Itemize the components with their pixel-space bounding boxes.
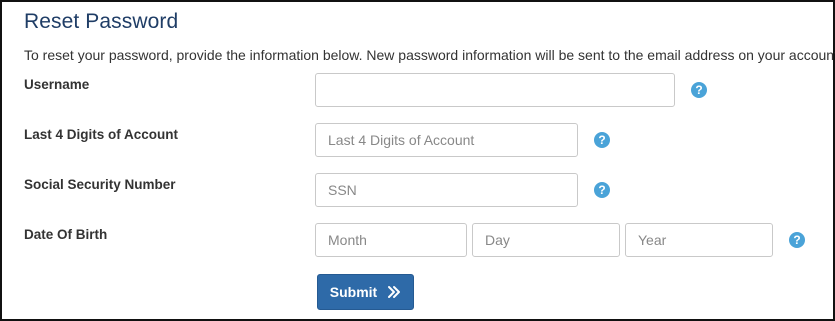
submit-label: Submit — [329, 284, 378, 300]
username-label: Username — [24, 77, 90, 92]
dob-month-input[interactable] — [315, 223, 467, 257]
question-circle-icon[interactable]: ? — [789, 232, 805, 248]
dob-day-input[interactable] — [472, 223, 620, 257]
account-digits-input[interactable] — [315, 123, 578, 157]
page-description: To reset your password, provide the info… — [24, 47, 835, 63]
ssn-input[interactable] — [315, 173, 578, 207]
question-circle-icon[interactable]: ? — [594, 182, 610, 198]
submit-button[interactable]: Submit — [317, 274, 414, 310]
page-title: Reset Password — [24, 10, 179, 33]
double-chevron-right-icon — [388, 286, 401, 298]
dob-year-input[interactable] — [625, 223, 773, 257]
question-circle-icon[interactable]: ? — [691, 82, 707, 98]
ssn-label: Social Security Number — [24, 177, 176, 192]
question-circle-icon[interactable]: ? — [594, 132, 610, 148]
account-digits-label: Last 4 Digits of Account — [24, 127, 179, 142]
dob-label: Date Of Birth — [24, 227, 108, 242]
username-input[interactable] — [315, 73, 675, 107]
reset-password-panel: Reset Password To reset your password, p… — [0, 0, 835, 321]
